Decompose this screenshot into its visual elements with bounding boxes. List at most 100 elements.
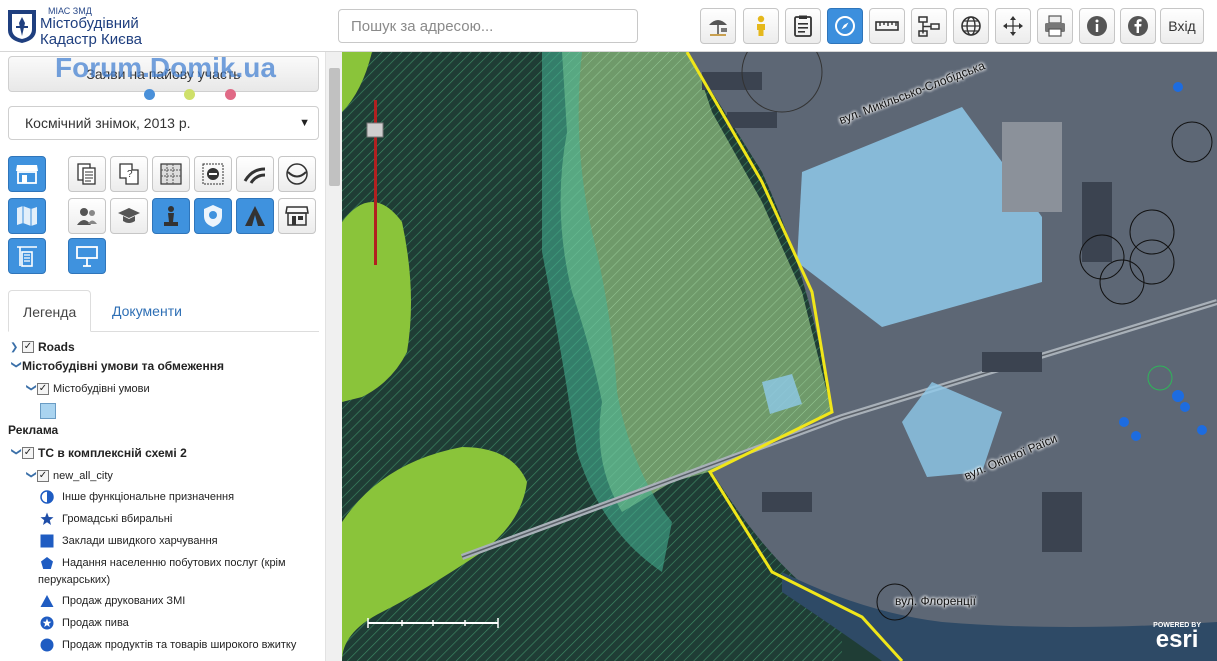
legend-panel: ❯ ✓ Roads ❯ Містобудівні умови та обмеже…	[0, 334, 325, 661]
urban-swatch	[40, 403, 56, 419]
globe-button[interactable]	[953, 8, 989, 44]
basemap-selected-value: Космічний знімок, 2013 р.	[25, 115, 191, 131]
building-block	[1002, 122, 1062, 212]
documents-icon	[77, 163, 96, 185]
carousel-dot-1[interactable]	[144, 89, 155, 100]
legend-label-ts-scheme: ТС в комплексній схемі 2	[38, 446, 187, 460]
store-icon	[16, 165, 38, 184]
ruler-icon	[875, 21, 899, 31]
star-circle-icon	[40, 616, 54, 630]
sidebar-scrollbar[interactable]	[325, 52, 342, 661]
poi-marker[interactable]	[1131, 431, 1141, 441]
building-block	[1042, 492, 1082, 552]
layer-unknown-parcel-button[interactable]: ?	[110, 156, 148, 192]
poi-marker[interactable]	[1180, 402, 1190, 412]
square-icon	[40, 534, 54, 548]
layer-documents-button[interactable]	[68, 156, 106, 192]
layer-people-button[interactable]	[68, 198, 106, 234]
layer-map-button[interactable]	[8, 198, 46, 234]
legend-item: Продаж продуктів та товарів широкого вжи…	[40, 638, 296, 652]
esri-logo[interactable]: POWERED BY esri	[1153, 622, 1201, 652]
facebook-button[interactable]	[1120, 8, 1156, 44]
building-block	[982, 352, 1042, 372]
kiosk-icon	[285, 206, 309, 226]
compass-button[interactable]	[827, 8, 863, 44]
poi-marker[interactable]	[1119, 417, 1129, 427]
police-badge-icon	[204, 205, 222, 227]
legend-label-advertising: Реклама	[8, 423, 59, 437]
basemap-select[interactable]: Космічний знімок, 2013 р. ▼	[8, 106, 319, 140]
layer-monument-button[interactable]	[152, 198, 190, 234]
building-block	[702, 72, 762, 90]
tent-icon	[245, 206, 265, 226]
address-search-input[interactable]	[338, 9, 638, 43]
printer-icon	[1045, 15, 1065, 37]
legend-group-urban-conditions[interactable]: ❯ Містобудівні умови та обмеження	[10, 359, 224, 373]
logo[interactable]: МІАС ЗМД Містобудівний Кадастр Києва	[6, 4, 206, 48]
street-label: вул. Флоренції	[895, 594, 976, 608]
layer-restriction-button[interactable]	[194, 156, 232, 192]
globe-icon	[961, 16, 981, 36]
ruler-button[interactable]	[869, 8, 905, 44]
legend-sublayer-new-all-city[interactable]: ❯ ✓ new_all_city	[25, 470, 113, 482]
zoom-slider-handle[interactable]	[366, 122, 384, 138]
circle-icon	[40, 638, 54, 652]
scrollbar-thumb[interactable]	[329, 68, 340, 186]
building-block	[762, 492, 812, 512]
poi-marker[interactable]	[1172, 390, 1184, 402]
ts-scheme-checkbox[interactable]: ✓	[22, 447, 34, 459]
chevron-down-icon[interactable]: ❯	[26, 470, 37, 482]
building-block	[1082, 182, 1112, 262]
legend-group-ts-scheme[interactable]: ❯ ✓ ТС в комплексній схемі 2	[10, 446, 187, 460]
beach-umbrella-button[interactable]	[700, 8, 736, 44]
layer-billboard-button[interactable]	[68, 238, 106, 274]
layer-store-button[interactable]	[8, 156, 46, 192]
facebook-icon	[1128, 16, 1148, 36]
hierarchy-button[interactable]	[911, 8, 947, 44]
chevron-down-icon[interactable]: ❯	[11, 360, 22, 372]
login-button[interactable]: Вхід	[1160, 8, 1204, 44]
chevron-down-icon[interactable]: ❯	[11, 447, 22, 459]
map-view[interactable]: вул. Микільсько-Слобідська вул. Окіпної …	[342, 52, 1217, 661]
new-all-city-checkbox[interactable]: ✓	[37, 470, 49, 482]
person-icon	[757, 15, 765, 36]
layer-police-button[interactable]	[194, 198, 232, 234]
legend-item: Продаж друкованих ЗМІ	[40, 594, 185, 608]
printer-button[interactable]	[1037, 8, 1073, 44]
info-icon	[1087, 16, 1107, 36]
compass-icon	[835, 16, 855, 36]
urban-checkbox[interactable]: ✓	[37, 383, 49, 395]
legend-label-urban-conditions: Містобудівні умови та обмеження	[22, 359, 224, 373]
layer-roads-button[interactable]	[236, 156, 274, 192]
chevron-right-icon[interactable]: ❯	[10, 342, 22, 353]
parcel-question-icon: ?	[119, 163, 139, 185]
layer-construction-button[interactable]	[8, 238, 46, 274]
map-canvas[interactable]	[342, 52, 1217, 661]
tab-documents[interactable]: Документи	[98, 290, 196, 332]
move-button[interactable]	[995, 8, 1031, 44]
layer-grid-button[interactable]	[152, 156, 190, 192]
layer-tent-button[interactable]	[236, 198, 274, 234]
half-circle-icon	[40, 490, 54, 504]
poi-marker[interactable]	[1197, 425, 1207, 435]
legend-group-roads[interactable]: ❯ ✓ Roads	[10, 340, 75, 354]
logo-title-line2: Кадастр Києва	[40, 31, 142, 48]
tab-legend[interactable]: Легенда	[8, 290, 92, 332]
forum-watermark: Forum.Domik.ua	[55, 52, 276, 83]
legend-label-roads: Roads	[38, 340, 75, 354]
carousel-dot-2[interactable]	[184, 89, 195, 100]
roads-checkbox[interactable]: ✓	[22, 341, 34, 353]
person-button[interactable]	[743, 8, 779, 44]
app-window: МІАС ЗМД Містобудівний Кадастр Києва Пош…	[0, 0, 1217, 661]
billboard-icon	[76, 246, 98, 267]
legend-label-new-all-city: new_all_city	[53, 470, 113, 482]
info-button[interactable]	[1079, 8, 1115, 44]
layer-landscape-button[interactable]	[278, 156, 316, 192]
chevron-down-icon[interactable]: ❯	[26, 383, 37, 395]
legend-sublayer-urban[interactable]: ❯ ✓ Містобудівні умови	[25, 383, 150, 395]
poi-marker[interactable]	[1173, 82, 1183, 92]
layer-kiosk-button[interactable]	[278, 198, 316, 234]
clipboard-button[interactable]	[785, 8, 821, 44]
layer-education-button[interactable]	[110, 198, 148, 234]
carousel-dot-3[interactable]	[225, 89, 236, 100]
